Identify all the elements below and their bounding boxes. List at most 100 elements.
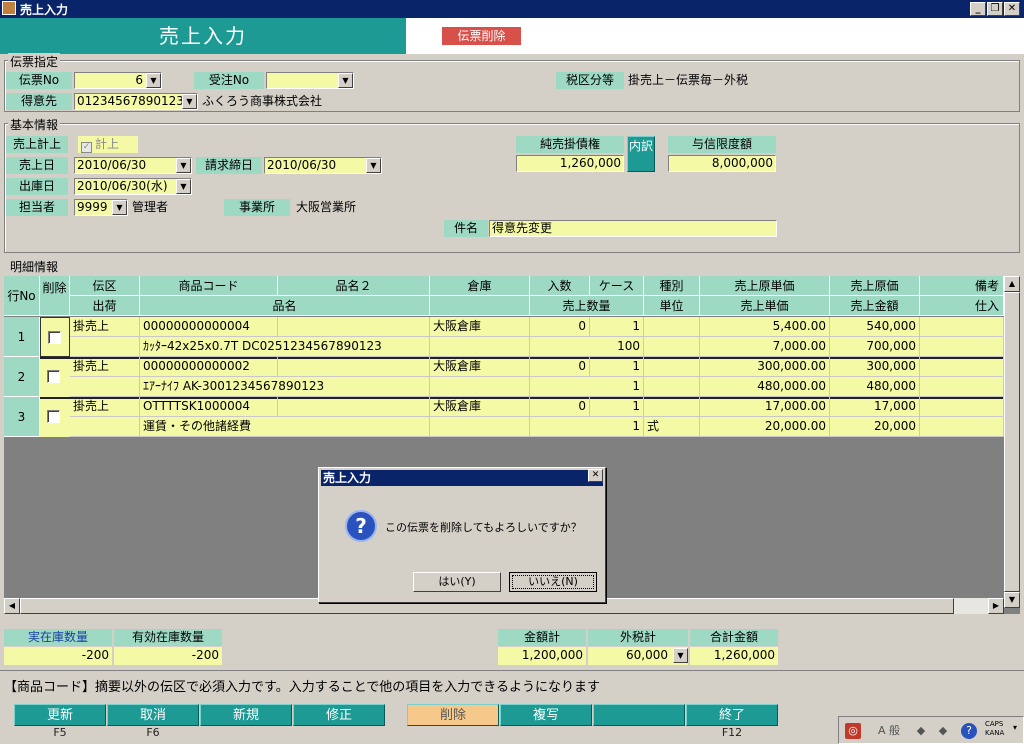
remarks-cell[interactable] bbox=[920, 317, 1004, 337]
unit-cell[interactable]: 式 bbox=[644, 417, 700, 437]
code-cell[interactable]: 00000000000004 bbox=[140, 317, 278, 337]
help-icon[interactable]: ? bbox=[961, 723, 977, 739]
ime-logo-icon[interactable]: ◎ bbox=[845, 723, 861, 739]
delete-checkbox[interactable] bbox=[47, 410, 60, 423]
warehouse-cell[interactable]: 大阪倉庫 bbox=[430, 317, 530, 337]
qty-cell[interactable]: 100 bbox=[530, 337, 644, 357]
order-no-field[interactable]: ▼ bbox=[266, 72, 354, 89]
dialog-close-icon[interactable]: ✕ bbox=[588, 469, 603, 482]
code-cell[interactable]: 00000000000002 bbox=[140, 357, 278, 377]
price-cell[interactable]: 7,000.00 bbox=[700, 337, 830, 357]
scroll-right-icon[interactable]: ▶ bbox=[988, 598, 1004, 614]
input-mode-icon[interactable]: A 般 bbox=[869, 723, 909, 739]
kind-cell[interactable]: 掛売上 bbox=[70, 357, 140, 377]
customer-code-field[interactable]: 01234567890123 ▼ bbox=[74, 93, 198, 110]
name2-cell[interactable] bbox=[278, 357, 430, 377]
cost-cell[interactable]: 17,000 bbox=[830, 397, 920, 417]
blank-fkey-button[interactable] bbox=[593, 704, 685, 726]
remarks-cell[interactable] bbox=[920, 357, 1004, 377]
per-case-cell[interactable]: 0 bbox=[530, 317, 590, 337]
no-button[interactable]: いいえ(N) bbox=[509, 572, 597, 592]
price-cell[interactable]: 20,000.00 bbox=[700, 417, 830, 437]
name-cell[interactable]: ｴｱｰﾅｲﾌ AK-3001234567890123 bbox=[140, 377, 430, 397]
chevron-down-icon[interactable]: ▼ bbox=[182, 94, 197, 109]
staff-code-field[interactable]: 9999 ▼ bbox=[74, 199, 128, 216]
sales-date-field[interactable]: 2010/06/30 ▼ bbox=[74, 157, 192, 174]
per-case-cell[interactable]: 0 bbox=[530, 397, 590, 417]
purchase-cell[interactable] bbox=[920, 337, 1004, 357]
amount-cell[interactable]: 20,000 bbox=[830, 417, 920, 437]
copy-button[interactable]: 複写 bbox=[500, 704, 592, 726]
delete-checkbox[interactable] bbox=[48, 331, 61, 344]
scroll-left-icon[interactable]: ◀ bbox=[4, 598, 20, 614]
name2-cell[interactable] bbox=[278, 317, 430, 337]
per-case-cell[interactable]: 0 bbox=[530, 357, 590, 377]
new-button[interactable]: 新規 bbox=[200, 704, 292, 726]
pad-icon[interactable]: ◆ bbox=[935, 723, 951, 739]
subject-field[interactable]: 得意先変更 bbox=[489, 220, 777, 237]
qty-cell[interactable]: 1 bbox=[530, 377, 644, 397]
post-checkbox[interactable]: ✓ 計上 bbox=[78, 136, 138, 153]
qty-cell[interactable]: 1 bbox=[530, 417, 644, 437]
kind-cell[interactable]: 掛売上 bbox=[70, 397, 140, 417]
breakdown-button[interactable]: 内訳 bbox=[627, 136, 655, 172]
cases-cell[interactable]: 1 bbox=[590, 397, 644, 417]
chevron-down-icon[interactable]: ▼ bbox=[146, 73, 161, 88]
col-header-price: 売上単価 bbox=[700, 296, 830, 316]
cost-cell[interactable]: 300,000 bbox=[830, 357, 920, 377]
chevron-down-icon[interactable]: ▼ bbox=[366, 158, 381, 173]
delete-button[interactable]: 削除 bbox=[407, 704, 499, 726]
window-titlebar[interactable]: 売上入力 _ ❐ ✕ bbox=[0, 0, 1024, 18]
tax-total-value[interactable]: 60,000 ▼ bbox=[588, 647, 688, 665]
exit-button[interactable]: 終了 bbox=[686, 704, 778, 726]
type-cell[interactable] bbox=[644, 317, 700, 337]
tray-expand-icon[interactable]: ▾ bbox=[1013, 723, 1017, 732]
cost-unit-cell[interactable]: 17,000.00 bbox=[700, 397, 830, 417]
purchase-cell[interactable] bbox=[920, 377, 1004, 397]
warehouse-cell[interactable]: 大阪倉庫 bbox=[430, 357, 530, 377]
scroll-thumb[interactable] bbox=[1004, 292, 1020, 592]
name-cell[interactable]: 運賃・その他諸経費 bbox=[140, 417, 430, 437]
cases-cell[interactable]: 1 bbox=[590, 317, 644, 337]
cost-unit-cell[interactable]: 300,000.00 bbox=[700, 357, 830, 377]
remarks-cell[interactable] bbox=[920, 397, 1004, 417]
price-cell[interactable]: 480,000.00 bbox=[700, 377, 830, 397]
warehouse-cell[interactable]: 大阪倉庫 bbox=[430, 397, 530, 417]
update-button[interactable]: 更新 bbox=[14, 704, 106, 726]
ship-cell[interactable] bbox=[70, 337, 140, 357]
unit-cell[interactable] bbox=[644, 337, 700, 357]
name2-cell[interactable] bbox=[278, 397, 430, 417]
chevron-down-icon[interactable]: ▼ bbox=[112, 200, 127, 215]
close-date-field[interactable]: 2010/06/30 ▼ bbox=[264, 157, 382, 174]
delete-checkbox[interactable] bbox=[47, 370, 60, 383]
cancel-button[interactable]: 取消 bbox=[107, 704, 199, 726]
chevron-down-icon[interactable]: ▼ bbox=[176, 158, 191, 173]
restore-button[interactable]: ❐ bbox=[987, 2, 1003, 16]
ship-cell[interactable] bbox=[70, 377, 140, 397]
kind-cell[interactable]: 掛売上 bbox=[70, 317, 140, 337]
cost-cell[interactable]: 540,000 bbox=[830, 317, 920, 337]
yes-button[interactable]: はい(Y) bbox=[413, 572, 501, 592]
unit-cell[interactable] bbox=[644, 377, 700, 397]
cost-unit-cell[interactable]: 5,400.00 bbox=[700, 317, 830, 337]
code-cell[interactable]: OTTTTSK1000004 bbox=[140, 397, 278, 417]
scroll-up-icon[interactable]: ▲ bbox=[1004, 276, 1020, 292]
dictionary-icon[interactable]: ◆ bbox=[913, 723, 929, 739]
purchase-cell[interactable] bbox=[920, 417, 1004, 437]
slip-no-field[interactable]: 6 ▼ bbox=[74, 72, 162, 89]
type-cell[interactable] bbox=[644, 397, 700, 417]
ship-date-field[interactable]: 2010/06/30(水) ▼ bbox=[74, 178, 192, 195]
amount-cell[interactable]: 700,000 bbox=[830, 337, 920, 357]
cases-cell[interactable]: 1 bbox=[590, 357, 644, 377]
close-button[interactable]: ✕ bbox=[1004, 2, 1020, 16]
edit-button[interactable]: 修正 bbox=[293, 704, 385, 726]
amount-cell[interactable]: 480,000 bbox=[830, 377, 920, 397]
name-cell[interactable]: ｶｯﾀｰ42x25x0.7T DC0251234567890123 bbox=[140, 337, 430, 357]
scroll-down-icon[interactable]: ▼ bbox=[1004, 592, 1020, 608]
chevron-down-icon[interactable]: ▼ bbox=[673, 648, 688, 663]
chevron-down-icon[interactable]: ▼ bbox=[176, 179, 191, 194]
chevron-down-icon[interactable]: ▼ bbox=[338, 73, 353, 88]
ship-cell[interactable] bbox=[70, 417, 140, 437]
minimize-button[interactable]: _ bbox=[970, 2, 986, 16]
type-cell[interactable] bbox=[644, 357, 700, 377]
